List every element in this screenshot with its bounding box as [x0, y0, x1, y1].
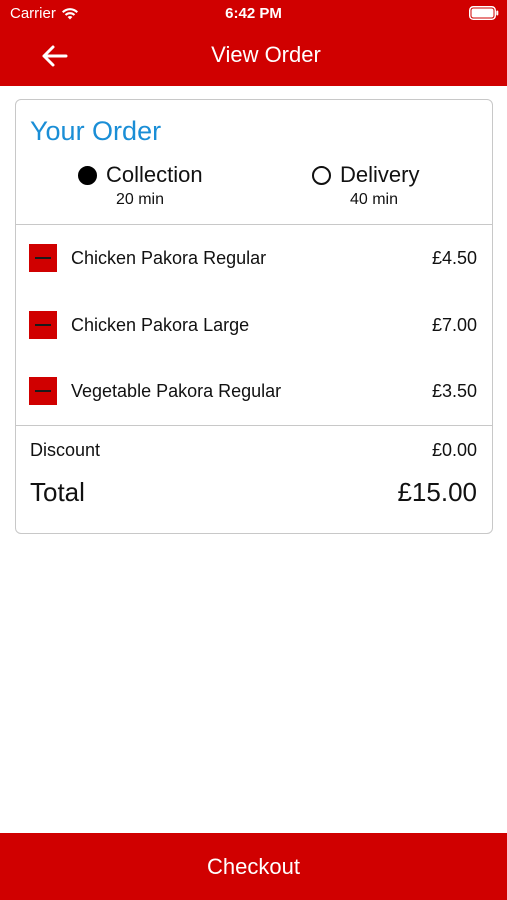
remove-item-button[interactable]	[29, 377, 57, 405]
remove-item-button[interactable]	[29, 244, 57, 272]
minus-icon	[35, 324, 51, 326]
delivery-label: Delivery	[340, 162, 420, 187]
minus-icon	[35, 390, 51, 392]
status-time: 6:42 PM	[225, 5, 282, 22]
status-bar: Carrier 6:42 PM	[0, 0, 507, 28]
item-name: Vegetable Pakora Regular	[71, 380, 282, 401]
item-price: £7.00	[431, 314, 477, 335]
delivery-option[interactable]: Delivery 40 min	[312, 162, 436, 209]
order-title: Your Order	[30, 116, 162, 146]
order-card: Your Order Collection 20 min Delivery 40…	[15, 99, 493, 534]
divider	[16, 224, 492, 225]
delivery-radio[interactable]	[312, 165, 331, 185]
discount-value: £0.00	[431, 440, 477, 460]
page-title: View Order	[211, 42, 321, 67]
item-name: Chicken Pakora Large	[71, 314, 250, 335]
discount-label: Discount	[30, 440, 101, 460]
item-price: £4.50	[431, 247, 477, 268]
total-value: £15.00	[397, 477, 477, 507]
total-label: Total	[30, 477, 85, 507]
app-header: Carrier 6:42 PM View Order	[0, 0, 507, 86]
collection-label: Collection	[106, 162, 203, 187]
order-item: Chicken Pakora Regular £4.50	[16, 236, 492, 280]
battery-icon	[469, 6, 499, 20]
checkout-button[interactable]: Checkout	[0, 833, 507, 900]
divider	[16, 425, 492, 426]
nav-bar: View Order	[0, 28, 507, 86]
order-item: Chicken Pakora Large £7.00	[16, 303, 492, 347]
item-name: Chicken Pakora Regular	[71, 247, 267, 268]
remove-item-button[interactable]	[29, 311, 57, 339]
collection-radio[interactable]	[78, 165, 97, 185]
collection-time: 20 min	[115, 191, 165, 208]
collection-option[interactable]: Collection 20 min	[78, 162, 203, 209]
minus-icon	[35, 257, 51, 259]
order-item: Vegetable Pakora Regular £3.50	[16, 369, 492, 413]
delivery-time: 40 min	[349, 191, 399, 208]
item-price: £3.50	[431, 380, 477, 401]
